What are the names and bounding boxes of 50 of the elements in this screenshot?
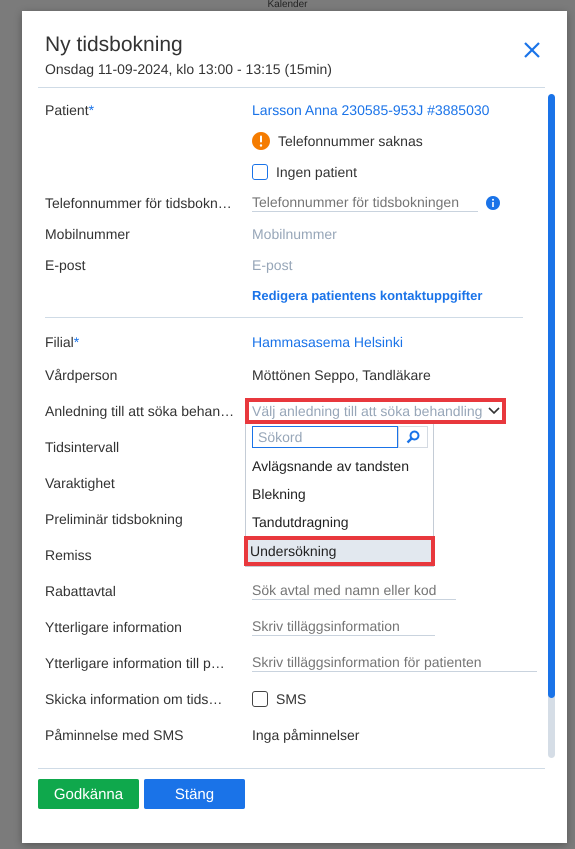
dropdown-option[interactable]: Blekning bbox=[246, 480, 433, 508]
field-label: E-post bbox=[45, 256, 86, 272]
warning-icon bbox=[252, 132, 270, 150]
field-label: Ytterligare information till p… bbox=[45, 655, 226, 671]
chevron-down-icon bbox=[488, 407, 500, 415]
scrollbar[interactable] bbox=[548, 94, 555, 758]
approve-button[interactable]: Godkänna bbox=[38, 779, 139, 809]
input-field[interactable]: E-post bbox=[252, 256, 292, 272]
dropdown-option[interactable]: Tandutdragning bbox=[246, 508, 433, 536]
field-label: Mobilnummer bbox=[45, 226, 131, 242]
background-title: Kalender bbox=[266, 0, 309, 10]
dropdown-option[interactable]: Undersökning bbox=[244, 536, 435, 566]
checkbox-label: Ingen patient bbox=[276, 164, 357, 180]
checkbox[interactable] bbox=[252, 691, 268, 707]
field-label: Preliminär tidsbokning bbox=[45, 511, 184, 527]
input-field[interactable]: Mobilnummer bbox=[252, 226, 337, 242]
field-label: Vårdperson bbox=[45, 367, 118, 383]
input-field[interactable]: Sök avtal med namn eller kod bbox=[252, 582, 456, 600]
info-icon[interactable] bbox=[486, 196, 500, 210]
dropdown-select[interactable]: Välj anledning till att söka behandling bbox=[245, 398, 506, 424]
field-label: Ytterligare information bbox=[45, 619, 183, 635]
field-label: Rabattavtal bbox=[45, 583, 117, 599]
field-label: Remiss bbox=[45, 547, 93, 563]
dropdown-option[interactable]: Avlägsnande av tandsten bbox=[246, 452, 433, 480]
field-label: Filial* bbox=[45, 334, 80, 350]
input-field[interactable]: Skriv tilläggsinformation för patienten bbox=[252, 654, 537, 672]
field-label: Patient* bbox=[45, 102, 96, 118]
close-icon[interactable] bbox=[523, 41, 541, 59]
link[interactable]: Larsson Anna 230585-953J #3885030 bbox=[252, 102, 490, 118]
input-field[interactable]: Skriv tilläggsinformation bbox=[252, 618, 434, 636]
edit-contact-link[interactable]: Redigera patientens kontaktuppgifter bbox=[252, 288, 482, 303]
search-icon bbox=[406, 430, 420, 444]
search-button[interactable] bbox=[398, 426, 428, 448]
field-label: Skicka information om tids… bbox=[45, 691, 224, 707]
dialog-subtitle: Onsdag 11-09-2024, klo 13:00 - 13:15 (15min) bbox=[45, 61, 332, 77]
field-label: Anledning till att söka behan… bbox=[45, 403, 236, 419]
input-field[interactable]: Telefonnummer för tidsbokningen bbox=[252, 194, 478, 212]
warning-text: Telefonnummer saknas bbox=[278, 132, 423, 148]
close-button[interactable]: Stäng bbox=[144, 779, 245, 809]
field-label: Telefonnummer för tidsbokn… bbox=[45, 194, 233, 210]
link[interactable]: Hammasasema Helsinki bbox=[252, 334, 403, 350]
field-value: Inga påminnelser bbox=[252, 727, 360, 743]
field-label: Påminnelse med SMS bbox=[45, 727, 185, 743]
checkbox-label: SMS bbox=[276, 691, 306, 707]
dialog-title: Ny tidsbokning bbox=[45, 33, 184, 57]
field-label: Tidsintervall bbox=[45, 439, 120, 455]
field-label: Varaktighet bbox=[45, 475, 116, 491]
field-value: Möttönen Seppo, Tandläkare bbox=[252, 367, 431, 383]
search-field[interactable]: Sökord bbox=[252, 426, 398, 448]
checkbox[interactable] bbox=[252, 164, 268, 180]
